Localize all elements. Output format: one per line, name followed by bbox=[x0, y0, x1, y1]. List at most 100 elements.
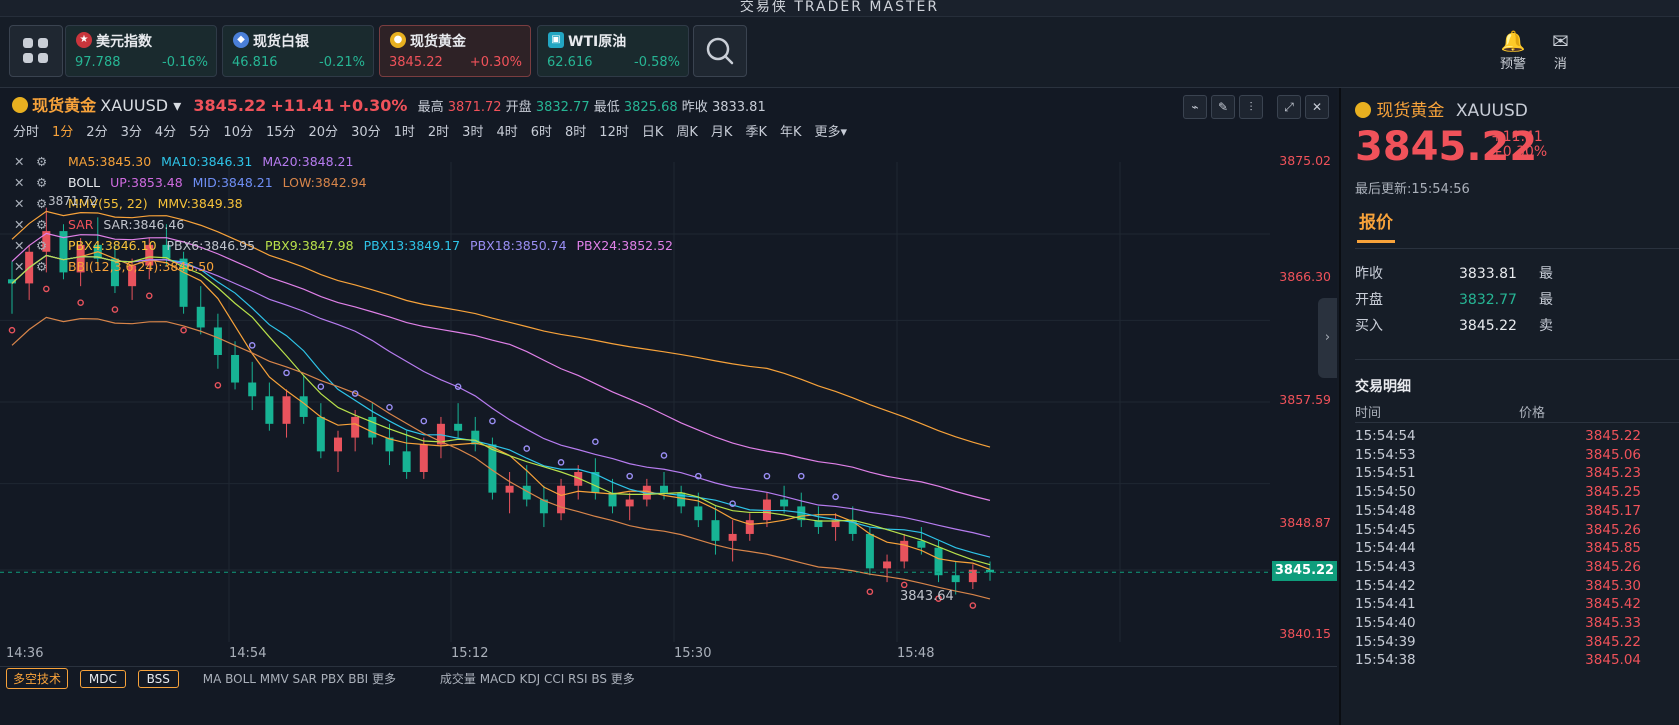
ticker-change: -0.58% bbox=[634, 55, 680, 70]
us-flag-icon: ★ bbox=[76, 32, 92, 48]
gear-icon[interactable]: ⚙ bbox=[36, 259, 58, 274]
panel-change: +11.41 +0.30% bbox=[1491, 129, 1548, 160]
low-label: 最低 bbox=[593, 100, 620, 115]
quote-row: 昨收 3833.81 最 bbox=[1355, 266, 1553, 282]
trade-row: 15:54:50 3845.25 bbox=[1355, 484, 1641, 501]
sar-dot bbox=[557, 459, 565, 466]
timeframe-4[interactable]: 4分 bbox=[155, 121, 176, 140]
tab-quote[interactable]: 报价 bbox=[1359, 208, 1393, 233]
timeframe-14[interactable]: 6时 bbox=[531, 121, 552, 140]
quote-panel: 现货黄金 XAUUSD 3845.22 +11.41 +0.30% 最后更新:15… bbox=[1339, 88, 1679, 725]
timeframe-0[interactable]: 分时 bbox=[13, 121, 39, 140]
timeframe-10[interactable]: 1时 bbox=[394, 121, 415, 140]
fullscreen-button[interactable]: ⤢ bbox=[1277, 95, 1301, 119]
timeframe-12[interactable]: 3时 bbox=[462, 121, 483, 140]
timeframe-6[interactable]: 10分 bbox=[223, 121, 253, 140]
timeframe-5[interactable]: 5分 bbox=[189, 121, 210, 140]
candle-body bbox=[454, 423, 463, 431]
candlestick-chart[interactable] bbox=[0, 148, 1337, 648]
bottom-button[interactable]: MDC bbox=[79, 670, 126, 688]
close-icon[interactable]: ✕ bbox=[14, 175, 30, 190]
timeframe-17[interactable]: 日K bbox=[642, 121, 664, 140]
sar-dot bbox=[420, 417, 428, 425]
gear-icon[interactable]: ⚙ bbox=[36, 154, 58, 169]
close-icon[interactable]: ✕ bbox=[14, 196, 30, 211]
ticker-card-wti-oil[interactable]: ▣ WTI原油 62.616 -0.58% bbox=[537, 25, 689, 77]
y-tick: 3866.30 bbox=[1279, 269, 1331, 284]
timeframe-21[interactable]: 年K bbox=[780, 121, 802, 140]
timeframe-19[interactable]: 月K bbox=[711, 121, 733, 140]
trade-row: 15:54:43 3845.26 bbox=[1355, 558, 1641, 575]
ticker-card-gold[interactable]: ● 现货黄金 3845.22 +0.30% bbox=[379, 25, 531, 77]
y-tick: 3875.02 bbox=[1279, 153, 1331, 168]
sar-dot bbox=[763, 472, 771, 480]
trade-row: 15:54:54 3845.22 bbox=[1355, 428, 1641, 444]
divider bbox=[1355, 422, 1679, 423]
candle-body bbox=[625, 499, 634, 507]
trade-row: 15:54:40 3845.33 bbox=[1355, 615, 1641, 631]
candle-type-button[interactable]: ⫶ bbox=[1239, 95, 1263, 119]
timeframe-7[interactable]: 15分 bbox=[266, 121, 296, 140]
close-icon[interactable]: ✕ bbox=[14, 259, 30, 274]
chart-symbol-select[interactable]: XAUUSD ▾ bbox=[100, 96, 181, 115]
bottom-indicator-list-2[interactable]: 成交量 MACD KDJ CCI RSI BS 更多 bbox=[440, 672, 635, 686]
line-tool-button[interactable]: ⌁ bbox=[1183, 95, 1207, 119]
candle-body bbox=[934, 547, 943, 576]
alert-label: 预警 bbox=[1500, 57, 1527, 72]
timeframe-13[interactable]: 4时 bbox=[496, 121, 517, 140]
grid-icon bbox=[23, 53, 33, 63]
apps-grid-button[interactable] bbox=[9, 25, 63, 77]
sar-dot bbox=[145, 292, 153, 300]
mail-icon: ✉ bbox=[1552, 29, 1569, 53]
divider bbox=[1355, 248, 1679, 249]
close-icon[interactable]: ✕ bbox=[14, 217, 30, 232]
x-tick: 15:48 bbox=[897, 646, 935, 661]
timeframe-8[interactable]: 20分 bbox=[309, 121, 339, 140]
sar-dot bbox=[43, 285, 50, 293]
title-bar: 交易侠 TRADER MASTER bbox=[0, 0, 1679, 17]
timeframe-11[interactable]: 2时 bbox=[428, 121, 449, 140]
timeframe-3[interactable]: 3分 bbox=[121, 121, 142, 140]
candle-body bbox=[745, 520, 754, 534]
trade-row: 15:54:38 3845.04 bbox=[1355, 652, 1641, 669]
open-value: 3832.77 bbox=[535, 100, 590, 115]
bottom-indicator-list[interactable]: MA BOLL MMV SAR PBX BBI 更多 bbox=[203, 672, 396, 686]
sar-dot bbox=[900, 581, 908, 589]
collapse-panel-handle[interactable]: › bbox=[1318, 298, 1337, 378]
bottom-button[interactable]: 多空技术 bbox=[6, 668, 69, 689]
candle-body bbox=[419, 444, 428, 472]
ticker-change: -0.16% bbox=[162, 55, 208, 70]
search-button[interactable] bbox=[693, 25, 747, 77]
timeframe-15[interactable]: 8时 bbox=[565, 121, 586, 140]
candle-body bbox=[402, 451, 411, 472]
sar-dot bbox=[386, 403, 393, 411]
ticker-price: 97.788 bbox=[75, 55, 121, 70]
sar-dot bbox=[8, 326, 16, 334]
timeframe-18[interactable]: 周K bbox=[676, 121, 698, 140]
message-button[interactable]: ✉ 消 bbox=[1552, 29, 1569, 72]
timeframe-bar: 分时 1分 2分 3分 4分 5分 10分 15分 20分 30分 1时 2时 3时 4时 6时 8时 12时日… bbox=[0, 121, 847, 140]
candle-body bbox=[865, 533, 874, 569]
sar-dot bbox=[248, 342, 256, 349]
draw-tool-button[interactable]: ✎ bbox=[1211, 95, 1235, 119]
bottom-button[interactable]: BSS bbox=[137, 670, 179, 688]
timeframe-20[interactable]: 季K bbox=[745, 121, 767, 140]
timeframe-9[interactable]: 30分 bbox=[351, 121, 381, 140]
timeframe-16[interactable]: 12时 bbox=[599, 121, 629, 140]
timeframe-2[interactable]: 2分 bbox=[86, 121, 107, 140]
alert-button[interactable]: 🔔 预警 bbox=[1500, 29, 1526, 72]
close-chart-button[interactable]: ✕ bbox=[1305, 95, 1329, 119]
close-icon[interactable]: ✕ bbox=[14, 238, 30, 253]
close-icon[interactable]: ✕ bbox=[14, 154, 30, 169]
ticker-card-usd-index[interactable]: ★ 美元指数 97.788 -0.16% bbox=[65, 25, 217, 77]
ticker-card-silver[interactable]: ◆ 现货白银 46.816 -0.21% bbox=[222, 25, 374, 77]
candle-body bbox=[711, 520, 720, 541]
gear-icon[interactable]: ⚙ bbox=[36, 175, 58, 190]
grid-icon bbox=[38, 38, 48, 48]
timeframe-22[interactable]: 更多▾ bbox=[815, 121, 848, 140]
gear-icon[interactable]: ⚙ bbox=[36, 217, 58, 232]
gear-icon[interactable]: ⚙ bbox=[36, 238, 58, 253]
chart-change-pct: +0.30% bbox=[338, 96, 408, 115]
timeframe-1[interactable]: 1分 bbox=[52, 121, 73, 140]
candle-body bbox=[282, 396, 291, 424]
